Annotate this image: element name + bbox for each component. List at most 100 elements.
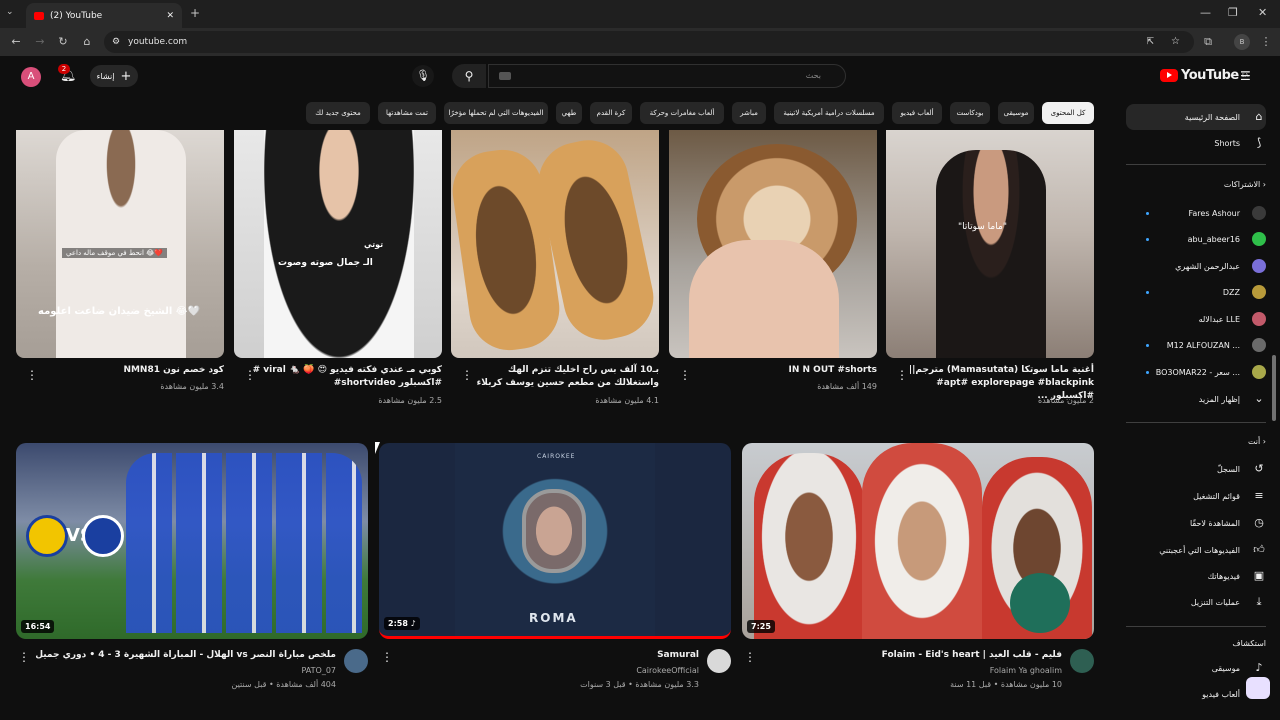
- channel-name[interactable]: PATO_07: [301, 666, 336, 675]
- new-tab-icon[interactable]: +: [190, 6, 200, 20]
- sidebar-item-subscription[interactable]: abu_abeer16: [1126, 226, 1266, 252]
- back-arrow-icon[interactable]: ←: [8, 34, 24, 50]
- sidebar-item-subscription[interactable]: M12 ALFOUZAN ...: [1126, 332, 1266, 358]
- short-thumbnail[interactable]: [669, 130, 877, 358]
- video-card[interactable]: VS 16:54 ملخص مباراة النصر vs الهلال - ا…: [16, 443, 368, 698]
- sidebar-scrollbar[interactable]: [1272, 355, 1276, 421]
- sidebar-item-gaming[interactable]: ألعاب فيديو 🎮︎: [1126, 681, 1266, 707]
- video-thumbnail[interactable]: VS 16:54: [16, 443, 368, 639]
- video-card[interactable]: 7:25 فليم - قلب العيد | Folaim - Eid's h…: [742, 443, 1094, 698]
- sidebar-item-your-videos[interactable]: فيديوهاتك ▣: [1126, 563, 1266, 589]
- short-card[interactable]: IN N OUT #shorts 149 ألف مشاهدة ⋮: [669, 130, 877, 391]
- keyboard-icon[interactable]: [499, 72, 511, 80]
- more-options-icon[interactable]: ⋮: [26, 368, 38, 382]
- more-options-icon[interactable]: ⋮: [18, 650, 30, 664]
- sidebar-item-subscription[interactable]: Fares Ashour: [1126, 200, 1266, 226]
- short-card[interactable]: "ماما سوتاتا" أغنية ماما سوتكا (Mamasuta…: [886, 130, 1094, 405]
- browser-tab-youtube[interactable]: (2) YouTube ✕: [26, 3, 182, 28]
- channel-avatar[interactable]: [344, 649, 368, 673]
- restore-button[interactable]: ❐: [1228, 6, 1238, 19]
- chip-podcasts[interactable]: بودكاست: [950, 102, 990, 124]
- short-card[interactable]: بـ10 آلف بس راح اخليك تنزم الهك واستغلال…: [451, 130, 659, 405]
- forward-arrow-icon[interactable]: →: [32, 34, 48, 50]
- video-thumbnail[interactable]: CAIROKEE ROMA 2:58 ♪: [379, 443, 731, 639]
- music-note-icon: ♪: [1255, 661, 1263, 674]
- chip-recently-uploaded[interactable]: الفيديوهات التي لم تحملها مؤخرًا: [444, 102, 548, 124]
- chip-music[interactable]: موسيقى: [998, 102, 1034, 124]
- short-title: بـ10 آلف بس راح اخليك تنزم الهك واستغلال…: [476, 365, 659, 388]
- short-card[interactable]: انحط في موقف ماله داعي 😂❤️ الشيخ ضيدان ض…: [16, 130, 224, 391]
- create-button[interactable]: إنشاء +: [90, 65, 138, 87]
- browser-menu-icon[interactable]: ⋮: [1258, 34, 1274, 50]
- search-input[interactable]: بحث: [488, 64, 846, 88]
- install-app-icon[interactable]: ⇱: [1146, 31, 1154, 53]
- bookmark-star-icon[interactable]: ☆: [1171, 31, 1180, 53]
- more-options-icon[interactable]: ⋮: [744, 650, 756, 664]
- extensions-icon[interactable]: ⧉: [1200, 34, 1216, 50]
- channel-name[interactable]: CairokeeOfficial: [636, 666, 699, 675]
- sidebar-item-liked-videos[interactable]: الفيديوهات التي أعجبتني 👍︎: [1126, 537, 1266, 563]
- sidebar-show-more[interactable]: إظهار المزيد ⌄: [1126, 386, 1266, 412]
- sidebar-item-downloads[interactable]: عمليات التنزيل ⤓: [1126, 589, 1266, 615]
- short-thumbnail[interactable]: توتي الـ جمال صوته وصوت: [234, 130, 442, 358]
- thumb-caption: الـ جمال صوته وصوت: [278, 258, 373, 268]
- sidebar-item-music[interactable]: موسيقى ♪: [1126, 655, 1266, 681]
- tab-close-icon[interactable]: ✕: [166, 11, 174, 21]
- sidebar-item-history[interactable]: السجلّ ↺: [1126, 456, 1266, 482]
- video-title[interactable]: فليم - قلب العيد | Folaim - Eid's heart: [762, 650, 1062, 660]
- chip-video-games[interactable]: ألعاب فيديو: [892, 102, 942, 124]
- sidebar-item-watch-later[interactable]: المشاهدة لاحقًا ◷: [1126, 510, 1266, 536]
- more-options-icon[interactable]: ⋮: [461, 368, 473, 382]
- chip-action-adventure[interactable]: ألعاب مغامرات وحركة: [640, 102, 724, 124]
- channel-avatar[interactable]: [707, 649, 731, 673]
- hamburger-menu-icon[interactable]: ☰: [1240, 69, 1254, 83]
- video-card[interactable]: CAIROKEE ROMA 2:58 ♪ Samural CairokeeOff…: [379, 443, 731, 698]
- tab-list-dropdown-icon[interactable]: ⌄: [6, 7, 14, 17]
- short-card[interactable]: توتي الـ جمال صوته وصوت كوبي مـ عندي فكت…: [234, 130, 442, 405]
- voice-search-mic-icon[interactable]: 🎙︎: [412, 65, 434, 87]
- channel-avatar[interactable]: [1070, 649, 1094, 673]
- more-options-icon[interactable]: ⋮: [896, 368, 908, 382]
- site-info-icon[interactable]: ⚙: [112, 31, 120, 53]
- sidebar-item-label: إظهار المزيد: [1198, 394, 1240, 404]
- home-icon[interactable]: ⌂: [79, 34, 95, 50]
- thumbs-up-icon: 👍︎: [1253, 543, 1265, 556]
- profile-icon[interactable]: B: [1234, 34, 1250, 50]
- chip-football[interactable]: كرة القدم: [590, 102, 632, 124]
- more-options-icon[interactable]: ⋮: [679, 368, 691, 382]
- youtube-logo[interactable]: YouTube SA: [1160, 68, 1248, 83]
- thumb-caption: انحط في موقف ماله داعي 😂❤️: [62, 248, 168, 258]
- sidebar-item-home[interactable]: الصفحة الرئيسية ⌂: [1126, 104, 1266, 130]
- chip-cooking[interactable]: طهي: [556, 102, 582, 124]
- video-title[interactable]: Samural: [399, 650, 699, 660]
- more-options-icon[interactable]: ⋮: [381, 650, 393, 664]
- assistant-floating-icon[interactable]: [1246, 677, 1270, 699]
- video-title[interactable]: ملخص مباراة النصر vs الهلال - المباراة ا…: [36, 650, 336, 660]
- close-window-button[interactable]: ✕: [1258, 6, 1267, 19]
- subscriptions-header[interactable]: الاشتراكات ›: [1126, 180, 1266, 189]
- thumb-person: [56, 130, 186, 358]
- short-thumbnail[interactable]: انحط في موقف ماله داعي 😂❤️ الشيخ ضيدان ض…: [16, 130, 224, 358]
- sidebar-item-subscription[interactable]: عبدالرحمن الشهري: [1126, 253, 1266, 279]
- sidebar-item-subscription[interactable]: عبدالاله LLE: [1126, 306, 1266, 332]
- channel-name[interactable]: Folaim Ya ghoalim: [990, 666, 1062, 675]
- chip-all[interactable]: كل المحتوى: [1042, 102, 1094, 124]
- sidebar-item-subscription[interactable]: BO3OMAR22 - سعر ...: [1126, 359, 1266, 385]
- minimize-button[interactable]: —: [1200, 6, 1211, 19]
- chip-live[interactable]: مباشر: [732, 102, 766, 124]
- sidebar-item-shorts[interactable]: Shorts ⟆: [1126, 130, 1266, 156]
- search-button[interactable]: ⚲: [452, 64, 486, 88]
- sidebar-item-playlists[interactable]: قوائم التشغيل ≡: [1126, 483, 1266, 509]
- short-thumbnail[interactable]: "ماما سوتاتا": [886, 130, 1094, 358]
- account-avatar[interactable]: A: [21, 67, 41, 87]
- short-thumbnail[interactable]: [451, 130, 659, 358]
- you-header[interactable]: أنت ›: [1126, 437, 1266, 446]
- sidebar-item-subscription[interactable]: DZZ: [1126, 279, 1266, 305]
- video-thumbnail[interactable]: 7:25: [742, 443, 1094, 639]
- more-options-icon[interactable]: ⋮: [244, 368, 256, 382]
- chip-latin-drama[interactable]: مسلسلات درامية أمريكية لاتينية: [774, 102, 884, 124]
- address-bar[interactable]: ⚙ youtube.com ⇱ ☆: [104, 31, 1194, 53]
- chip-new-to-you[interactable]: محتوى جديد لك: [306, 102, 370, 124]
- chip-watched[interactable]: تمت مشاهدتها: [378, 102, 436, 124]
- reload-icon[interactable]: ↻: [55, 34, 71, 50]
